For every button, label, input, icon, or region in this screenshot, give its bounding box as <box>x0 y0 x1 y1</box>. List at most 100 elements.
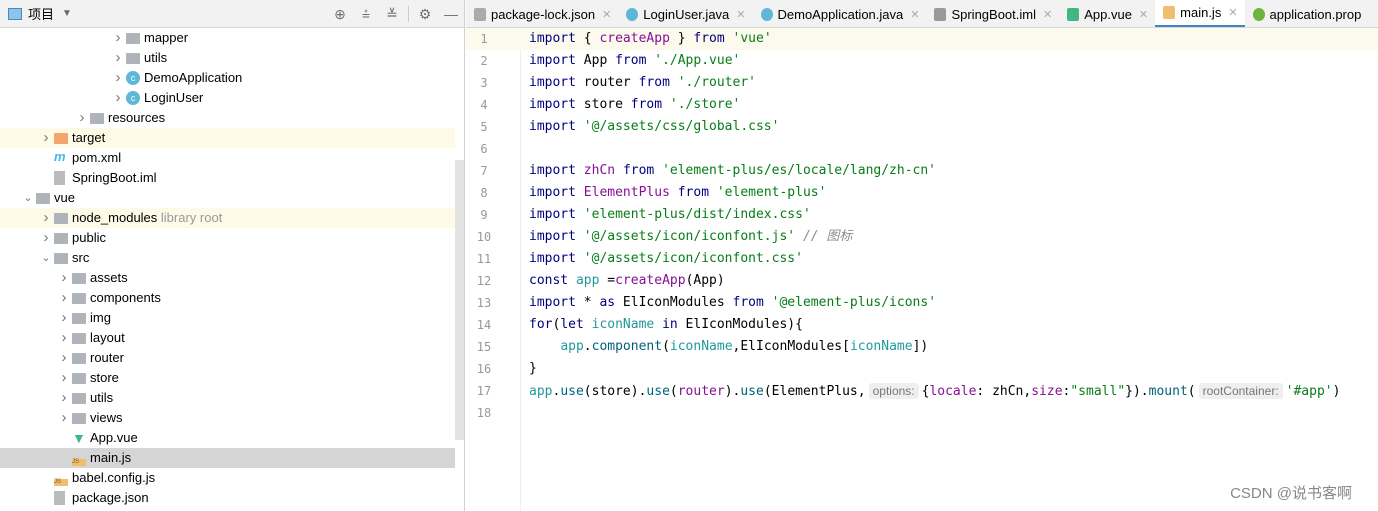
code-line[interactable]: 16} <box>466 358 1378 380</box>
chevron-right-icon[interactable]: › <box>112 28 124 48</box>
folder-icon <box>72 393 86 404</box>
resources-folder-icon <box>90 113 104 124</box>
tree-item-app-vue[interactable]: ▼ App.vue <box>0 428 455 448</box>
code-token: '@element-plus/icons' <box>771 295 937 310</box>
tree-item-public[interactable]: › public <box>0 228 455 248</box>
code-line[interactable]: 15 app.component(iconName,ElIconModules[… <box>466 336 1378 358</box>
code-line[interactable]: 4 import store from './store' <box>466 94 1378 116</box>
gear-icon[interactable]: ⚙ <box>416 5 434 23</box>
tree-item-store[interactable]: › store <box>0 368 455 388</box>
tree-item-label: babel.config.js <box>72 468 155 488</box>
project-panel-title[interactable]: 项目 <box>28 4 54 23</box>
tree-item-views[interactable]: › views <box>0 408 455 428</box>
tree-item-resources[interactable]: › resources <box>0 108 455 128</box>
chevron-right-icon[interactable]: › <box>40 228 52 248</box>
tab-package-lock-json[interactable]: package-lock.json ✕ <box>466 0 618 27</box>
tree-item-components[interactable]: › components <box>0 288 455 308</box>
chevron-right-icon[interactable]: › <box>112 88 124 108</box>
tree-item-mapper[interactable]: › mapper <box>0 28 455 48</box>
tree-item-utils[interactable]: › utils <box>0 388 455 408</box>
tab-label: DemoApplication.java <box>777 6 904 22</box>
code-text: app.use(store).use(router).use(ElementPl… <box>529 380 1340 403</box>
collapse-all-icon[interactable]: ≚ <box>383 5 401 23</box>
code-line[interactable]: 9 import 'element-plus/dist/index.css' <box>466 204 1378 226</box>
close-tab-icon[interactable]: ✕ <box>1043 8 1052 21</box>
parameter-hint: options: <box>868 383 919 399</box>
chevron-right-icon[interactable]: › <box>58 288 70 308</box>
code-line[interactable]: 3 import router from './router' <box>466 72 1378 94</box>
tab-application-prop[interactable]: application.prop <box>1245 0 1369 27</box>
expand-all-icon[interactable]: ⩮ <box>357 5 375 23</box>
close-tab-icon[interactable]: ✕ <box>602 8 611 21</box>
locate-icon[interactable]: ⊕ <box>331 5 349 23</box>
tree-item-src[interactable]: ⌄ src <box>0 248 455 268</box>
chevron-right-icon[interactable]: › <box>58 328 70 348</box>
code-line[interactable]: 18 <box>466 402 1378 424</box>
chevron-down-icon[interactable]: ⌄ <box>40 248 52 268</box>
tree-item-vue[interactable]: ⌄ vue <box>0 188 455 208</box>
tree-item-pom-xml[interactable]: m pom.xml <box>0 148 455 168</box>
tree-item-node-modules[interactable]: › node_modules library root <box>0 208 455 228</box>
tree-item-img[interactable]: › img <box>0 308 455 328</box>
code-token: '@/assets/css/global.css' <box>583 119 780 134</box>
minimize-icon[interactable]: — <box>442 5 460 23</box>
chevron-right-icon[interactable]: › <box>40 208 52 228</box>
code-line[interactable]: 6 <box>466 138 1378 160</box>
view-dropdown-icon[interactable]: ▼ <box>62 8 72 19</box>
close-tab-icon[interactable]: ✕ <box>1139 8 1148 21</box>
tree-item-main-js[interactable]: JS main.js <box>0 448 455 468</box>
chevron-right-icon[interactable]: › <box>58 388 70 408</box>
code-token: from <box>677 185 710 200</box>
chevron-right-icon[interactable]: › <box>58 348 70 368</box>
tab-main-js[interactable]: main.js ✕ <box>1155 0 1245 27</box>
close-tab-icon[interactable]: ✕ <box>910 8 919 21</box>
code-token: (ElementPlus, <box>763 384 866 399</box>
code-line[interactable]: 10 import '@/assets/icon/iconfont.js' // … <box>466 226 1378 248</box>
code-token: import <box>529 53 576 68</box>
chevron-right-icon[interactable]: › <box>58 268 70 288</box>
tab-demoapplication-java[interactable]: DemoApplication.java ✕ <box>753 0 927 27</box>
tree-item-text: router <box>90 350 124 365</box>
line-number: 7 <box>480 164 488 178</box>
code-line[interactable]: 14 for(let iconName in ElIconModules){ <box>466 314 1378 336</box>
tab-loginuser-java[interactable]: LoginUser.java ✕ <box>618 0 752 27</box>
code-token: from <box>615 53 647 68</box>
folder-icon <box>126 33 140 44</box>
code-line[interactable]: 2 import App from './App.vue' <box>466 50 1378 72</box>
tree-item-router[interactable]: › router <box>0 348 455 368</box>
code-line[interactable]: 17 app.use(store).use(router).use(Element… <box>466 380 1378 402</box>
tree-item-utils[interactable]: › utils <box>0 48 455 68</box>
tree-item-springboot-iml[interactable]: SpringBoot.iml <box>0 168 455 188</box>
chevron-right-icon[interactable]: › <box>58 408 70 428</box>
chevron-right-icon[interactable]: › <box>58 368 70 388</box>
close-tab-icon[interactable]: ✕ <box>736 8 745 21</box>
tree-item-assets[interactable]: › assets <box>0 268 455 288</box>
tree-item-demoapplication[interactable]: › c DemoApplication <box>0 68 455 88</box>
code-token: '@/assets/icon/iconfont.js' <box>583 229 796 244</box>
tab-app-vue[interactable]: App.vue ✕ <box>1059 0 1155 27</box>
chevron-right-icon[interactable]: › <box>58 308 70 328</box>
tree-item-babel-config-js[interactable]: JS babel.config.js <box>0 468 455 488</box>
tree-scrollbar[interactable] <box>455 160 464 440</box>
tree-item-package-json[interactable]: package.json <box>0 488 455 508</box>
code-line[interactable]: 13 import * as ElIconModules from '@eleme… <box>466 292 1378 314</box>
tree-item-target[interactable]: › target <box>0 128 455 148</box>
tab-springboot-iml[interactable]: SpringBoot.iml ✕ <box>926 0 1059 27</box>
code-line[interactable]: 11 import '@/assets/icon/iconfont.css' <box>466 248 1378 270</box>
chevron-right-icon[interactable]: › <box>76 108 88 128</box>
code-line[interactable]: 12 const app =createApp(App) <box>466 270 1378 292</box>
code-line[interactable]: 1 import { createApp } from 'vue' <box>466 28 1378 50</box>
tree-item-layout[interactable]: › layout <box>0 328 455 348</box>
chevron-right-icon[interactable]: › <box>40 128 52 148</box>
tree-item-loginuser[interactable]: › c LoginUser <box>0 88 455 108</box>
code-line[interactable]: 8 import ElementPlus from 'element-plus' <box>466 182 1378 204</box>
chevron-right-icon[interactable]: › <box>112 68 124 88</box>
chevron-right-icon[interactable]: › <box>112 48 124 68</box>
code-line[interactable]: 5 import '@/assets/css/global.css' <box>466 116 1378 138</box>
close-tab-icon[interactable]: ✕ <box>1228 6 1237 19</box>
chevron-down-icon[interactable]: ⌄ <box>22 188 34 208</box>
code-editor[interactable]: 1 import { createApp } from 'vue' 2 import … <box>466 28 1378 511</box>
class-icon: c <box>126 91 140 105</box>
code-line[interactable]: 7 import zhCn from 'element-plus/es/local… <box>466 160 1378 182</box>
